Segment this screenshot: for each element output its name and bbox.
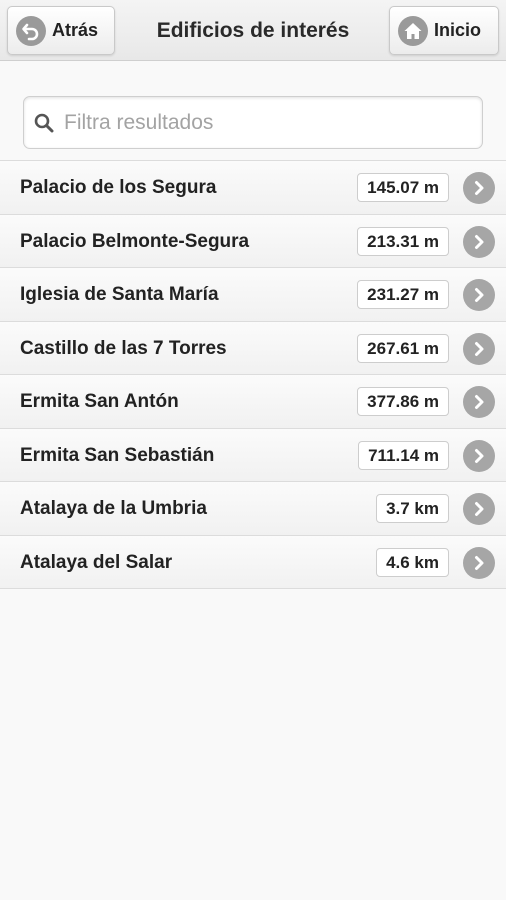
home-button[interactable]: Inicio	[389, 6, 499, 55]
list-item[interactable]: Ermita San Sebastián 711.14 m	[0, 428, 506, 482]
chevron-right-icon[interactable]	[463, 172, 495, 204]
home-button-label: Inicio	[434, 20, 482, 40]
list-item-name: Ermita San Antón	[20, 391, 179, 412]
list-item[interactable]: Palacio Belmonte-Segura 213.31 m	[0, 214, 506, 268]
list-item[interactable]: Ermita San Antón 377.86 m	[0, 375, 506, 429]
distance-badge: 3.7 km	[376, 494, 449, 523]
list-item-name: Ermita San Sebastián	[20, 444, 215, 466]
list-item[interactable]: Atalaya de la Umbria 3.7 km	[0, 482, 506, 536]
chevron-right-icon[interactable]	[463, 332, 495, 365]
buildings-list: Palacio de los Segura 145.07 m Palacio B…	[0, 160, 506, 589]
distance-badge: 4.6 km	[376, 547, 449, 577]
list-item-name: Castillo de las 7 Torres	[20, 337, 227, 359]
back-arrow-icon	[16, 15, 46, 46]
header-bar: Atrás Edificios de interés Inicio	[0, 0, 506, 61]
home-icon	[398, 15, 428, 46]
list-item[interactable]: Atalaya del Salar 4.6 km	[0, 535, 506, 589]
back-button-label: Atrás	[52, 20, 99, 40]
list-item-name: Atalaya del Salar	[20, 551, 173, 573]
chevron-right-icon[interactable]	[463, 386, 495, 418]
chevron-right-icon[interactable]	[463, 546, 495, 579]
chevron-right-icon[interactable]	[463, 225, 495, 258]
list-item-name: Iglesia de Santa María	[20, 284, 219, 305]
search-input[interactable]	[64, 110, 464, 135]
page-title: Edificios de interés	[156, 19, 350, 42]
chevron-right-icon[interactable]	[463, 279, 495, 311]
distance-badge: 377.86 m	[357, 387, 449, 416]
search-box[interactable]	[23, 96, 483, 149]
distance-badge: 145.07 m	[357, 173, 449, 202]
list-item-name: Atalaya de la Umbria	[20, 498, 207, 519]
distance-badge: 231.27 m	[357, 280, 449, 309]
search-icon	[33, 112, 55, 134]
list-item-name: Palacio de los Segura	[20, 177, 217, 198]
list-item-name: Palacio Belmonte-Segura	[20, 230, 250, 252]
distance-badge: 267.61 m	[357, 333, 449, 363]
back-button[interactable]: Atrás	[7, 6, 115, 55]
distance-badge: 213.31 m	[357, 226, 449, 256]
list-item[interactable]: Castillo de las 7 Torres 267.61 m	[0, 321, 506, 375]
chevron-right-icon[interactable]	[463, 493, 495, 525]
list-item[interactable]: Iglesia de Santa María 231.27 m	[0, 268, 506, 322]
list-item[interactable]: Palacio de los Segura 145.07 m	[0, 161, 506, 215]
distance-badge: 711.14 m	[358, 440, 449, 470]
chevron-right-icon[interactable]	[463, 439, 495, 472]
